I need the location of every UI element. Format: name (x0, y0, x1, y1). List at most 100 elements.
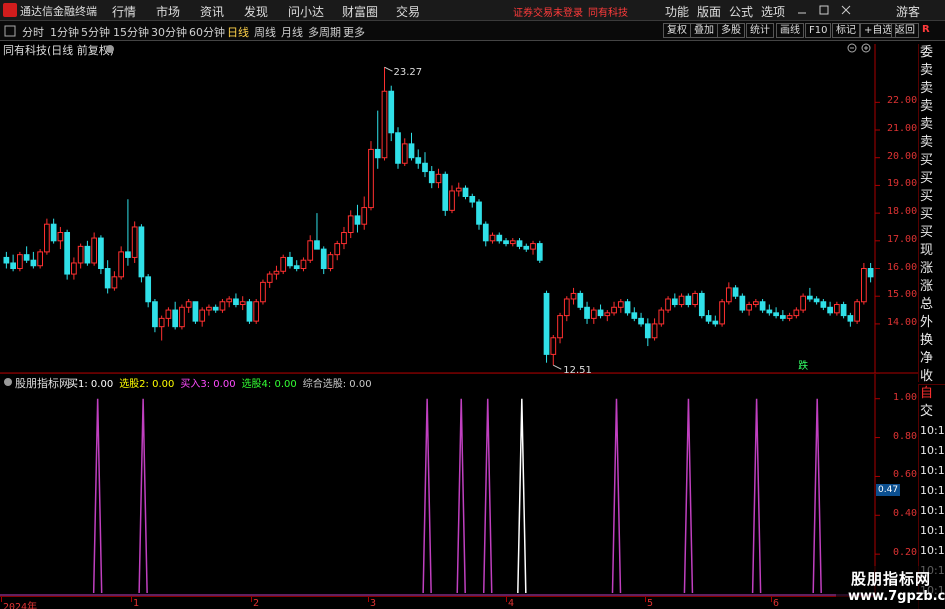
price-axis-label: 18.00 (887, 206, 918, 218)
period-tab-weekly[interactable]: 周线 (254, 24, 276, 40)
candle-body (698, 292, 705, 317)
trade-field-label[interactable]: 交易 (919, 403, 945, 421)
menu-item-trade[interactable]: 交易 (396, 3, 420, 20)
minimize-icon[interactable] (796, 4, 808, 16)
candle (698, 290, 705, 319)
app-title: 通达信金融终端 (20, 5, 97, 18)
candle (361, 196, 368, 230)
candle-body (597, 309, 604, 317)
tool-back-button[interactable]: 返回 (891, 23, 919, 38)
quote-field-label: 卖一 (920, 135, 934, 150)
candle (320, 246, 327, 275)
candle (347, 210, 354, 239)
candle-body (260, 281, 266, 303)
period-tab-5min[interactable]: 5分钟 (81, 24, 110, 40)
candle (374, 110, 381, 169)
period-tab-more[interactable]: 更多 (343, 24, 365, 40)
candle-body (111, 276, 118, 289)
event-marker: 跌 (798, 359, 808, 372)
price-axis-label: 16.00 (887, 261, 918, 273)
candle-body (158, 317, 165, 328)
menu-item-ask[interactable]: 问小达 (288, 3, 324, 20)
tool-overlay-button[interactable]: 叠加 (690, 23, 718, 38)
quote-field-label: 委比 (920, 45, 934, 60)
candle (307, 235, 314, 263)
tool-mark-button[interactable]: 标记 (832, 23, 860, 38)
close-icon[interactable] (840, 4, 852, 16)
login-warning[interactable]: 证券交易未登录 (513, 4, 583, 19)
menu-item-market[interactable]: 行情 (112, 3, 136, 20)
candle (381, 67, 388, 161)
candle-body (854, 301, 860, 322)
period-tab-intraday[interactable]: 分时 (22, 24, 44, 40)
maximize-icon[interactable] (818, 4, 830, 16)
r-badge[interactable]: R (922, 24, 930, 35)
candle (793, 307, 800, 319)
candle-body (84, 245, 91, 264)
menu-item-news[interactable]: 资讯 (200, 3, 224, 20)
quote-field-label: 买四 (920, 207, 934, 222)
indicator-settings-icon[interactable] (3, 377, 13, 387)
quote-side-panel[interactable]: 委比卖五卖四卖三卖二卖一买一买二买三买四买五现价涨跌涨幅总量外盘换手净资收益 (918, 44, 945, 384)
user-label[interactable]: 游客 (896, 3, 920, 20)
candle-body (50, 223, 57, 242)
menu-item-markets[interactable]: 市场 (156, 3, 180, 20)
candle (23, 246, 30, 263)
indicator-name[interactable]: 股朋指标网 (15, 375, 70, 391)
candle-body (786, 315, 793, 319)
candle-body (300, 259, 307, 270)
time-axis-label: 5 (647, 598, 654, 609)
candle (590, 307, 597, 324)
signal-spike (683, 398, 694, 594)
candle-body (658, 309, 665, 325)
zoom-plus-icon[interactable] (861, 43, 871, 53)
candle-body (725, 287, 732, 303)
menu-item-formula[interactable]: 公式 (729, 3, 753, 20)
tool-draw-button[interactable]: 画线 (776, 23, 804, 38)
candle-body (91, 237, 98, 264)
settings-circle-icon[interactable] (105, 44, 115, 54)
zoom-minus-icon[interactable] (847, 43, 857, 53)
candle (496, 232, 503, 244)
period-tab-15min[interactable]: 15分钟 (113, 24, 149, 40)
menu-item-function[interactable]: 功能 (665, 3, 689, 20)
menu-item-discover[interactable]: 发现 (244, 3, 268, 20)
tool-adjust-button[interactable]: 复权 (663, 23, 691, 38)
time-axis-label: 1 (133, 598, 140, 609)
trade-field-label[interactable]: 自动 (919, 385, 945, 403)
candle (584, 301, 590, 324)
candle-body (98, 237, 104, 270)
signal-spike (751, 398, 762, 594)
candle-body (577, 292, 584, 308)
candle (732, 285, 739, 299)
indicator-axis-label: 0.60 (893, 469, 918, 481)
candle-body (449, 190, 455, 211)
tool-multistock-button[interactable]: 多股 (717, 23, 745, 38)
tool-stats-button[interactable]: 统计 (746, 23, 774, 38)
candle (212, 304, 219, 313)
period-tab-daily[interactable]: 日线 (227, 24, 249, 40)
period-tab-1min[interactable]: 1分钟 (50, 24, 79, 40)
menu-item-options[interactable]: 选项 (761, 3, 785, 20)
period-tab-multi[interactable]: 多周期 (308, 24, 341, 40)
candle-body (719, 301, 725, 325)
quote-field-label: 卖二 (920, 117, 934, 132)
quote-field-label: 涨跌 (920, 261, 934, 276)
candle (752, 298, 759, 308)
candle-body (125, 251, 131, 258)
signal-spike (517, 398, 527, 594)
candle-body (361, 207, 368, 225)
candle-body (273, 270, 280, 275)
period-tab-monthly[interactable]: 月线 (281, 24, 303, 40)
period-tab-30min[interactable]: 30分钟 (151, 24, 187, 40)
collapse-icon[interactable] (4, 25, 16, 37)
candle (327, 251, 334, 272)
menu-item-layout[interactable]: 版面 (697, 3, 721, 20)
candle (725, 282, 732, 305)
menu-item-wealth[interactable]: 财富圈 (342, 3, 378, 20)
period-tab-60min[interactable]: 60分钟 (189, 24, 225, 40)
tick-time: 10:14 (920, 464, 945, 477)
signal-spike (422, 398, 432, 594)
tool-f10-button[interactable]: F10 (805, 23, 832, 38)
time-axis-label: 3 (370, 598, 377, 609)
